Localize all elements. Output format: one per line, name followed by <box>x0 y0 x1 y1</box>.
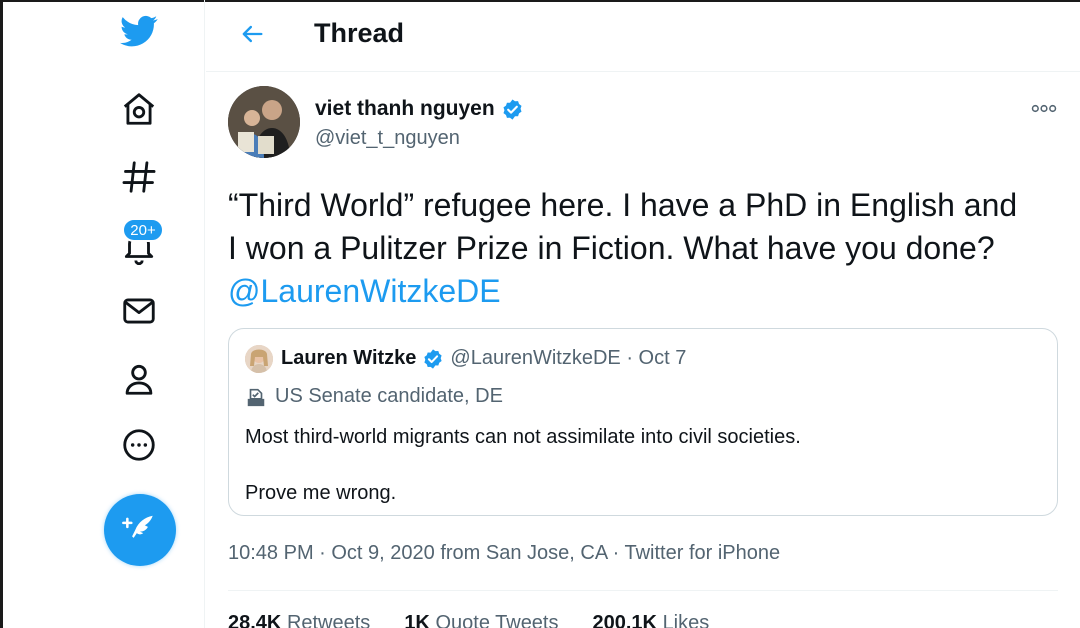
engagement-stats: 28.4K Retweets 1K Quote Tweets 200.1K Li… <box>228 612 709 628</box>
tweet-text: “Third World” refugee here. I have a PhD… <box>228 184 1028 313</box>
tweet-timestamp[interactable]: 10:48 PM · Oct 9, 2020 from San Jose, CA… <box>228 542 780 565</box>
likes-count: 200.1K <box>592 612 658 628</box>
quoted-line-2: Prove me wrong. <box>245 482 397 504</box>
back-button[interactable] <box>232 14 272 54</box>
explore-hashtag-icon[interactable] <box>116 154 162 200</box>
back-arrow-icon <box>242 25 263 43</box>
page-title: Thread <box>314 18 405 48</box>
thread-header: Thread <box>206 0 1080 72</box>
notification-count-badge: 20+ <box>122 218 164 242</box>
compose-tweet-icon <box>122 515 153 538</box>
quoted-author-avatar <box>245 345 273 373</box>
quote-tweets-count: 1K <box>404 612 430 628</box>
retweets-count: 28.4K <box>228 612 282 628</box>
quote-tweets-stat[interactable]: 1K Quote Tweets <box>404 612 558 628</box>
more-options-icon <box>1031 104 1057 112</box>
quoted-tweet-card[interactable]: Lauren Witzke @LaurenWitzkeDE · Oct 7 US… <box>228 328 1058 516</box>
author-handle[interactable]: @viet_t_nguyen <box>315 127 460 150</box>
verified-badge-icon <box>424 348 443 369</box>
quoted-handle-date: @LaurenWitzkeDE · Oct 7 <box>450 347 687 369</box>
home-icon[interactable] <box>116 86 162 132</box>
author-name[interactable]: viet thanh nguyen <box>315 97 495 121</box>
verified-badge-icon <box>503 98 522 120</box>
twitter-logo-icon[interactable] <box>116 8 162 54</box>
messages-mail-icon[interactable] <box>116 288 162 334</box>
tweet-more-button[interactable] <box>1028 96 1060 120</box>
quote-tweets-label: Quote Tweets <box>435 612 559 628</box>
retweets-label: Retweets <box>286 612 371 628</box>
author-avatar[interactable] <box>228 86 300 158</box>
divider <box>228 590 1058 591</box>
mention-link[interactable]: @LaurenWitzkeDE <box>228 273 501 309</box>
author-name-row: viet thanh nguyen <box>315 97 524 121</box>
quoted-text: Most third-world migrants can not assimi… <box>245 423 1045 507</box>
more-circle-icon[interactable] <box>116 422 162 468</box>
tweet-body: “Third World” refugee here. I have a PhD… <box>228 187 1018 266</box>
quoted-header: Lauren Witzke @LaurenWitzkeDE · Oct 7 <box>281 347 686 370</box>
compose-tweet-button[interactable] <box>104 494 176 566</box>
likes-stat[interactable]: 200.1K Likes <box>593 612 710 628</box>
quoted-author-name: Lauren Witzke <box>281 347 417 369</box>
sidebar-nav: 20+ <box>0 0 205 628</box>
ballot-box-icon <box>247 388 265 406</box>
profile-person-icon[interactable] <box>116 356 162 402</box>
quoted-line-1: Most third-world migrants can not assimi… <box>245 426 801 448</box>
government-label: US Senate candidate, DE <box>245 385 503 408</box>
retweets-stat[interactable]: 28.4K Retweets <box>228 612 370 628</box>
government-label-text: US Senate candidate, DE <box>275 385 503 407</box>
likes-label: Likes <box>662 612 710 628</box>
